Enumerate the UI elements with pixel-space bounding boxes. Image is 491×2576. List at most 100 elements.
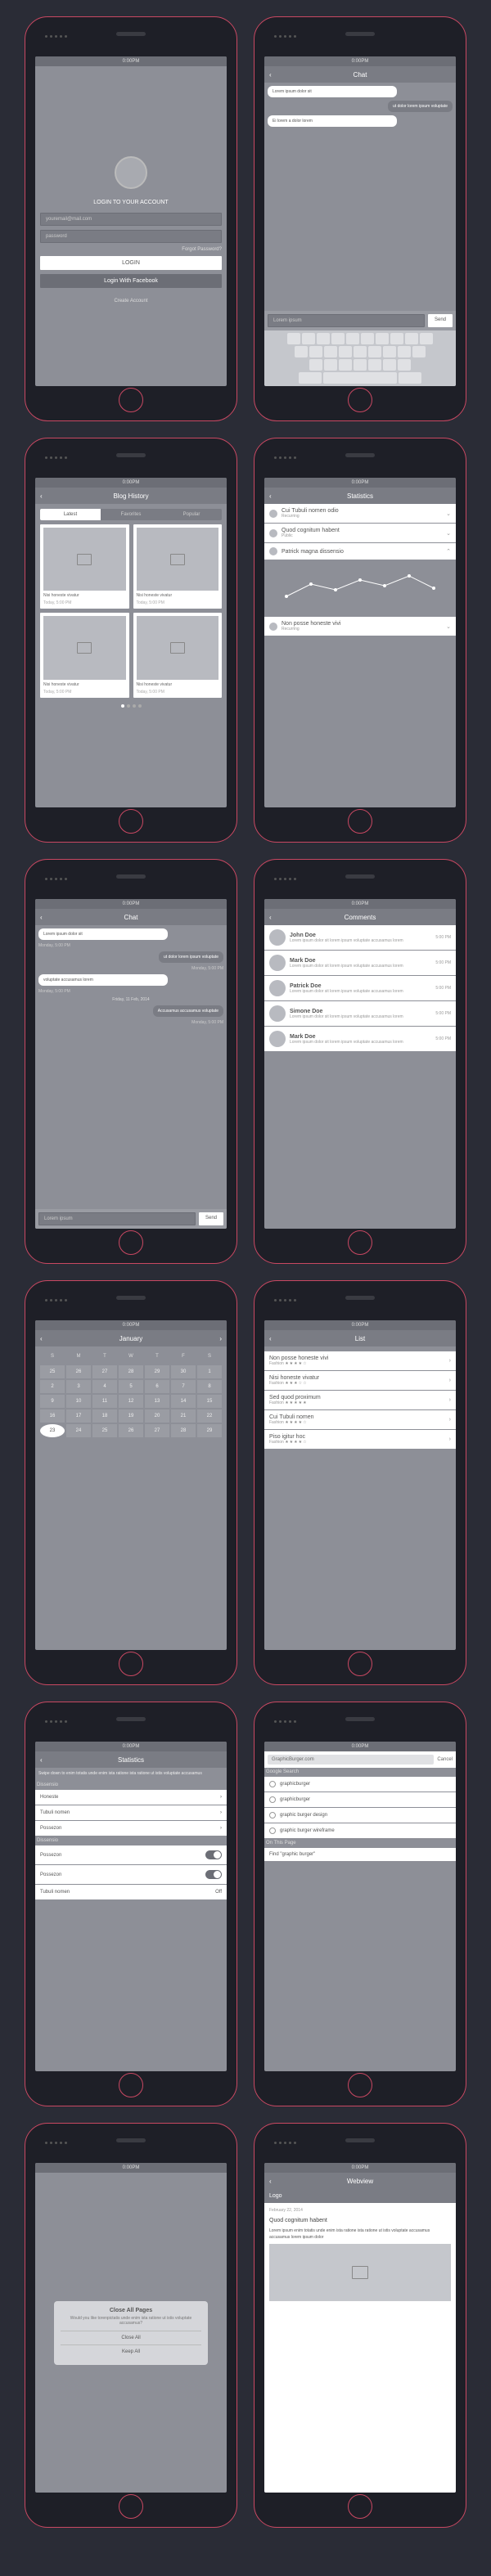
list-row[interactable]: Nisi honeste vivaturFashion ★★★☆☆› — [264, 1371, 456, 1390]
back-icon[interactable]: ‹ — [269, 1335, 272, 1342]
stat-row[interactable]: Cui Tubuli nomen odioRecurring⌄ — [264, 504, 456, 523]
back-icon[interactable]: ‹ — [269, 492, 272, 500]
stat-row[interactable]: Patrick magna dissensio⌃ — [264, 543, 456, 560]
close-all-button[interactable]: Close All — [61, 2331, 202, 2344]
calendar-day[interactable]: 28 — [119, 1365, 143, 1378]
keyboard[interactable] — [264, 330, 456, 386]
list-row[interactable]: Cui Tubuli nomenFashion ★★★★☆› — [264, 1410, 456, 1429]
send-button[interactable]: Send — [199, 1212, 223, 1225]
calendar-day[interactable]: 24 — [66, 1424, 91, 1437]
calendar-day[interactable]: 27 — [92, 1365, 117, 1378]
search-result[interactable]: graphic burger design — [264, 1808, 456, 1823]
calendar-day[interactable]: 4 — [92, 1380, 117, 1393]
calendar-day[interactable]: 25 — [92, 1424, 117, 1437]
calendar-day[interactable]: 1 — [197, 1365, 222, 1378]
facebook-button[interactable]: Login With Facebook — [40, 274, 222, 288]
back-icon[interactable]: ‹ — [40, 492, 43, 500]
setting-row[interactable]: Tubuli nomen› — [35, 1805, 227, 1820]
blog-card[interactable]: Nisi honeste vivaturToday, 5:00 PM — [133, 524, 223, 609]
calendar-day[interactable]: 7 — [171, 1380, 196, 1393]
calendar-day[interactable]: 28 — [171, 1424, 196, 1437]
calendar-day[interactable]: 21 — [171, 1409, 196, 1423]
comment-row[interactable]: Mark DoeLorem ipsum dolor sit lorem ipsu… — [264, 951, 456, 975]
email-field[interactable]: youremail@mail.com — [40, 213, 222, 226]
back-icon[interactable]: ‹ — [269, 2178, 272, 2185]
tab-favorites[interactable]: Favorites — [101, 509, 161, 520]
calendar-day[interactable]: 5 — [119, 1380, 143, 1393]
avatar-icon — [269, 929, 286, 946]
forgot-link[interactable]: Forgot Password? — [40, 247, 222, 252]
blog-card[interactable]: Nisi honeste vivaturToday, 5:00 PM — [133, 613, 223, 697]
calendar-day[interactable]: 27 — [145, 1424, 169, 1437]
stat-row[interactable]: Non posse honeste viviRecurring⌄ — [264, 617, 456, 636]
comment-row[interactable]: Mark DoeLorem ipsum dolor sit lorem ipsu… — [264, 1027, 456, 1051]
calendar-day[interactable]: 20 — [145, 1409, 169, 1423]
keep-all-button[interactable]: Keep All — [61, 2344, 202, 2358]
stat-row[interactable]: Quod cognitum habentPublic⌄ — [264, 524, 456, 542]
image-placeholder — [137, 528, 219, 591]
comment-row[interactable]: Simone DoeLorem ipsum dolor sit lorem ip… — [264, 1001, 456, 1026]
calendar-day[interactable]: 11 — [92, 1395, 117, 1408]
back-icon[interactable]: ‹ — [40, 1756, 43, 1764]
setting-toggle[interactable]: Possezon — [35, 1845, 227, 1864]
calendar-day[interactable]: 14 — [171, 1395, 196, 1408]
calendar-day[interactable]: 9 — [40, 1395, 65, 1408]
chat-input[interactable]: Lorem ipsum — [268, 314, 425, 327]
list-row[interactable]: Sed quod proximumFashion ★★★★★› — [264, 1391, 456, 1409]
section-header: Google Search — [264, 1768, 456, 1776]
calendar-day[interactable]: 26 — [66, 1365, 91, 1378]
search-icon — [269, 1827, 276, 1834]
calendar-day[interactable]: 15 — [197, 1395, 222, 1408]
password-field[interactable]: password — [40, 230, 222, 243]
list-row[interactable]: Piso igitur hocFashion ★★★★☆› — [264, 1430, 456, 1449]
comment-row[interactable]: Patrick DoeLorem ipsum dolor sit lorem i… — [264, 976, 456, 1000]
search-result[interactable]: graphicburger — [264, 1792, 456, 1807]
toggle-on[interactable] — [205, 1850, 222, 1859]
back-icon[interactable]: ‹ — [269, 71, 272, 79]
calendar-dates[interactable]: 2526272829301234567891011121314151617181… — [40, 1365, 222, 1437]
find-on-page[interactable]: Find "graphic burger" — [264, 1848, 456, 1861]
setting-toggle[interactable]: Possezon — [35, 1865, 227, 1884]
send-button[interactable]: Send — [428, 314, 453, 327]
calendar-day[interactable]: 3 — [66, 1380, 91, 1393]
create-account-link[interactable]: Create Account — [40, 299, 222, 303]
tab-latest[interactable]: Latest — [40, 509, 101, 520]
chat-input[interactable]: Lorem ipsum — [38, 1212, 196, 1225]
login-button[interactable]: LOGIN — [40, 256, 222, 270]
calendar-day[interactable]: 25 — [40, 1365, 65, 1378]
calendar-day[interactable]: 29 — [197, 1424, 222, 1437]
setting-toggle[interactable]: Tubuli nomenOff — [35, 1885, 227, 1899]
calendar-day[interactable]: 8 — [197, 1380, 222, 1393]
cancel-button[interactable]: Cancel — [437, 1757, 453, 1762]
input-bar: Lorem ipsum Send — [264, 311, 456, 330]
search-input[interactable]: GraphicBurger.com — [268, 1755, 434, 1765]
list-row[interactable]: Non posse honeste viviFashion ★★★★☆› — [264, 1351, 456, 1370]
next-icon[interactable]: › — [219, 1335, 222, 1342]
setting-row[interactable]: Possezon› — [35, 1821, 227, 1836]
blog-card[interactable]: Nisi honeste vivaturToday, 5:00 PM — [40, 524, 129, 609]
search-result[interactable]: graphicburger — [264, 1777, 456, 1792]
prev-icon[interactable]: ‹ — [40, 1335, 43, 1342]
calendar-day[interactable]: 23 — [40, 1424, 65, 1437]
calendar-day[interactable]: 13 — [145, 1395, 169, 1408]
back-icon[interactable]: ‹ — [40, 914, 43, 921]
tab-popular[interactable]: Popular — [161, 509, 222, 520]
calendar-day[interactable]: 2 — [40, 1380, 65, 1393]
toggle-on[interactable] — [205, 1870, 222, 1879]
calendar-day[interactable]: 16 — [40, 1409, 65, 1423]
calendar-day[interactable]: 29 — [145, 1365, 169, 1378]
setting-row[interactable]: Honeste› — [35, 1790, 227, 1805]
search-result[interactable]: graphic burger wireframe — [264, 1823, 456, 1838]
calendar-day[interactable]: 6 — [145, 1380, 169, 1393]
calendar-day[interactable]: 18 — [92, 1409, 117, 1423]
back-icon[interactable]: ‹ — [269, 914, 272, 921]
calendar-day[interactable]: 26 — [119, 1424, 143, 1437]
calendar-day[interactable]: 17 — [66, 1409, 91, 1423]
calendar-day[interactable]: 19 — [119, 1409, 143, 1423]
calendar-day[interactable]: 10 — [66, 1395, 91, 1408]
calendar-day[interactable]: 12 — [119, 1395, 143, 1408]
calendar-day[interactable]: 30 — [171, 1365, 196, 1378]
blog-card[interactable]: Nisi honeste vivaturToday, 5:00 PM — [40, 613, 129, 697]
comment-row[interactable]: John DoeLorem ipsum dolor sit lorem ipsu… — [264, 925, 456, 950]
calendar-day[interactable]: 22 — [197, 1409, 222, 1423]
